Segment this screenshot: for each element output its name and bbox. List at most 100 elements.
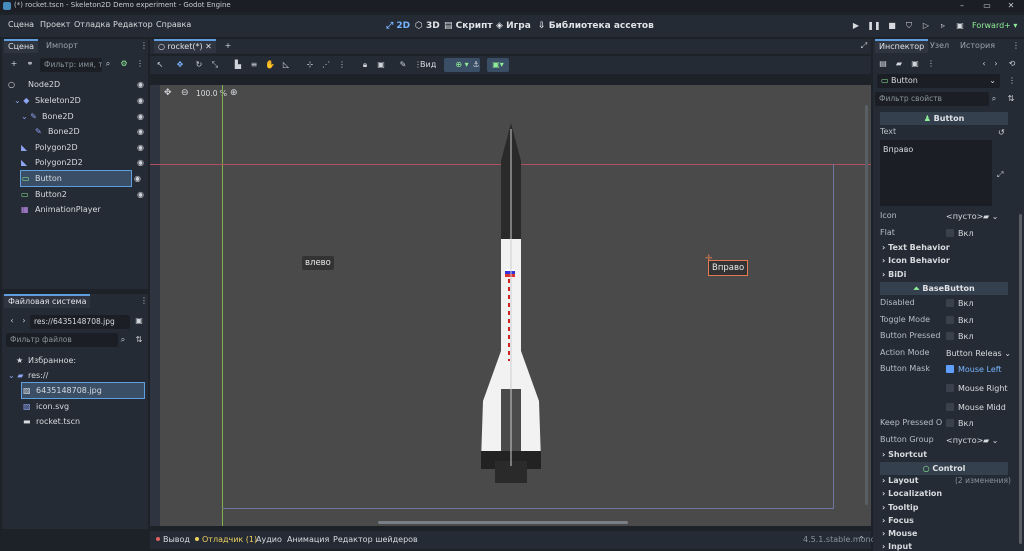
measure-tool-icon[interactable]: ◺ [280,59,292,71]
visibility-eye-icon[interactable]: ◉ [137,109,144,124]
toggle-mode-checkbox[interactable]: Вкл [946,316,973,325]
mask-middle-checkbox[interactable]: Mouse Midd [946,403,1006,412]
renderer-select[interactable]: Forward+ ▾ [972,19,1017,33]
workspace-game[interactable]: ◈ Игра [496,19,531,33]
filter-search-icon[interactable]: ⌕ [102,58,114,70]
right-button-preview[interactable]: Вправо [708,260,749,276]
workspace-3d[interactable]: ⬡ 3D [415,19,440,33]
resource-options-icon[interactable]: ⋮ [925,58,937,70]
group-focus[interactable]: › Focus [882,516,914,525]
dock-menu-icon[interactable]: ⋮ [138,40,150,52]
scale-tool-icon[interactable]: ⤡ [209,59,221,71]
menu-editor[interactable]: Редактор [113,20,153,29]
bottom-panel-toggle-icon[interactable]: ⌃ [858,535,865,544]
tree-item-animationplayer[interactable]: ▦ AnimationPlayer [2,202,148,217]
horizontal-scrollbar[interactable] [378,521,628,524]
canvas-viewport[interactable]: ✥ ⊖ 100.0 % ⊕ влево Вправо ✛ [150,85,871,526]
ruler-tool-icon[interactable]: ▙ [232,59,244,71]
expand-icon[interactable]: ⤢ [997,170,1003,180]
keep-pressed-checkbox[interactable]: Вкл [946,419,973,428]
tab-output[interactable]: Вывод [156,535,190,544]
history-forward-icon[interactable]: › [990,58,1002,70]
path-input[interactable]: res://6435148708.jpg [30,315,130,329]
filter-options-icon[interactable]: ⇅ [1005,93,1017,105]
icon-value[interactable]: <пусто> [946,212,983,221]
tab-node[interactable]: Узел [930,39,949,53]
button-pressed-checkbox[interactable]: Вкл [946,332,973,341]
group-layout[interactable]: › Layout [882,476,919,485]
tree-item-polygon2d2[interactable]: ◣ Polygon2D2 ◉ [2,155,148,170]
button-group-load-icon[interactable]: ▰ ⌄ [983,436,998,445]
distraction-free-icon[interactable]: ⤢ [858,40,870,52]
tree-item-node2d[interactable]: ○ Node2D ◉ [2,77,148,92]
workspace-2d[interactable]: ⤢ 2D [386,19,410,33]
load-resource-icon[interactable]: ▰ [893,58,905,70]
menu-debug[interactable]: Отладка [74,20,110,29]
text-edit-field[interactable]: Вправо [880,140,992,206]
pivot-handle-icon[interactable]: ✛ [705,254,713,264]
tree-item-bone2d[interactable]: ⌄ ✎ Bone2D ◉ [2,109,148,124]
close-tab-icon[interactable]: ✕ [205,42,212,51]
visibility-eye-icon[interactable]: ◉ [134,171,144,186]
tree-item-button[interactable]: ▭ Button [20,170,132,187]
view-menu[interactable]: Вид [420,60,436,69]
maximize-button[interactable]: ▭ [980,0,994,12]
tab-shader-editor[interactable]: Редактор шейдеров [333,535,418,544]
property-filter-input[interactable]: Фильтр свойств [875,92,989,106]
history-back-icon[interactable]: ‹ [978,58,990,70]
filter-search-icon[interactable]: ⌕ [117,334,129,346]
dock-menu-icon[interactable]: ⋮ [1010,40,1022,52]
visibility-eye-icon[interactable]: ◉ [137,124,144,139]
visibility-eye-icon[interactable]: ◉ [137,140,144,155]
scene-options-icon[interactable]: ⋮ [134,58,146,70]
filter-search-icon[interactable]: ⌕ [988,93,1000,105]
snap-options-icon[interactable]: ⋮ [336,59,348,71]
file-item-svg[interactable]: ▨ icon.svg [2,399,148,414]
tab-scene[interactable]: Сцена [4,39,39,53]
layout-dropdown[interactable]: ▣▾ [487,58,509,72]
group-mouse[interactable]: › Mouse [882,529,917,538]
rotate-tool-icon[interactable]: ↻ [193,59,205,71]
play-custom-button[interactable]: ▹ [936,19,950,33]
section-control[interactable]: ○ Control [880,462,1008,475]
group-icon[interactable]: ▣ [375,59,387,71]
group-input[interactable]: › Input [882,542,912,551]
attach-script-icon[interactable]: ⚙ [118,58,130,70]
tab-filesystem[interactable]: Файловая система [4,294,91,308]
add-scene-tab-button[interactable]: + [222,40,234,52]
tree-item-skeleton2d[interactable]: ⌄ ◆ Skeleton2D ◉ [2,93,148,108]
visibility-eye-icon[interactable]: ◉ [137,187,144,202]
tab-inspector[interactable]: Инспектор [875,39,929,53]
link-icon[interactable]: ⚭ [24,58,36,70]
tab-debugger[interactable]: Отладчик (1) [195,535,257,544]
play-scene-button[interactable]: ▷ [919,19,933,33]
action-mode-select[interactable]: Button Releas ⌄ [946,349,1011,358]
minimize-button[interactable]: – [955,0,969,12]
tab-import[interactable]: Импорт [46,39,78,53]
flat-checkbox[interactable]: Вкл [946,229,973,238]
split-view-icon[interactable]: ▣ [133,315,145,327]
tree-item-button2[interactable]: ▭ Button2 ◉ [2,187,148,202]
file-item-tscn[interactable]: ▬ rocket.tscn [2,414,148,429]
pause-button[interactable]: ❚❚ [867,19,881,33]
grid-snap-icon[interactable]: ⋰ [320,59,332,71]
back-arrow-icon[interactable]: ‹ [6,315,18,327]
tree-item-bone2d-child[interactable]: ✎ Bone2D ◉ [2,124,148,139]
visibility-eye-icon[interactable]: ◉ [137,77,144,92]
visibility-eye-icon[interactable]: ◉ [137,93,144,108]
smart-snap-icon[interactable]: ⊹ [304,59,316,71]
group-localization[interactable]: › Localization [882,489,942,498]
tab-history[interactable]: История [960,39,995,53]
stop-button[interactable]: ■ [885,19,899,33]
menu-help[interactable]: Справка [156,20,191,29]
object-menu-icon[interactable]: ⋮ [1006,75,1018,87]
pan-icon[interactable]: ✥ [164,88,172,98]
anchor-icon[interactable]: ⚓ [470,59,482,71]
select-tool-icon[interactable]: ↖ [154,59,166,71]
sort-icon[interactable]: ⇅ [133,334,145,346]
visibility-eye-icon[interactable]: ◉ [137,155,144,170]
dock-menu-icon[interactable]: ⋮ [138,295,150,307]
scene-tab-rocket[interactable]: ○ rocket(*) ✕ [154,39,216,53]
vertical-scrollbar[interactable] [865,105,868,505]
menu-scene[interactable]: Сцена [8,20,34,29]
